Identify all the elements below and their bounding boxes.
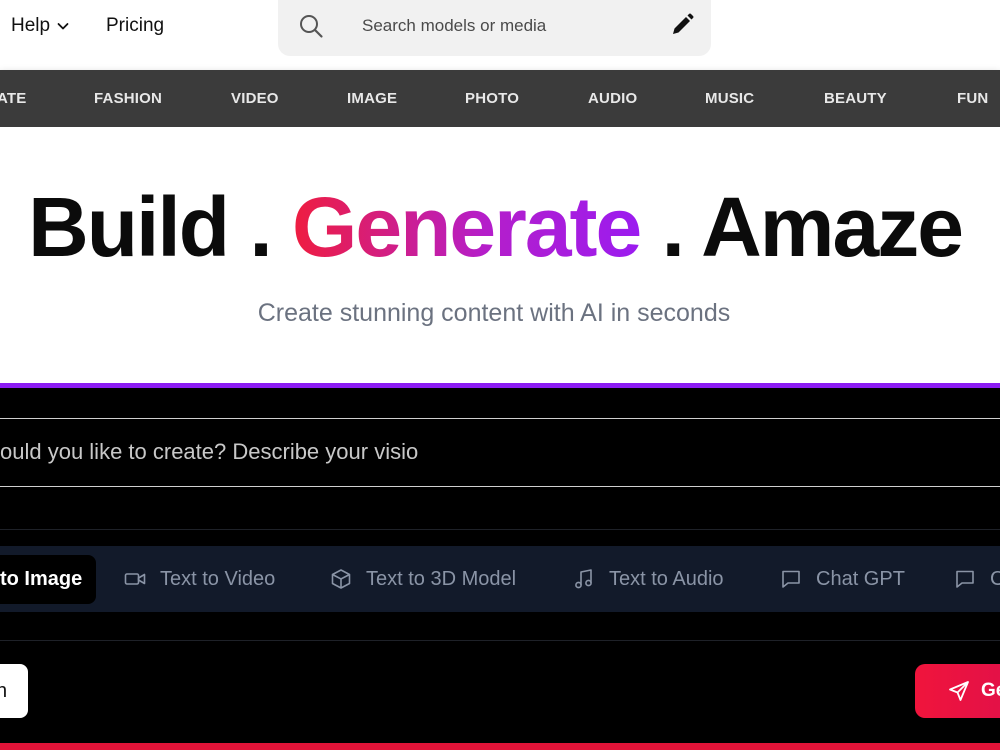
pricing-link[interactable]: Pricing: [106, 14, 164, 38]
panel-accent-line: [0, 383, 1000, 388]
help-label: Help: [11, 15, 51, 36]
headline-amaze: . Amaze: [661, 180, 964, 274]
tab-label: C: [990, 567, 1000, 590]
tab-chat-more[interactable]: C: [954, 546, 1000, 612]
option-button[interactable]: n: [0, 664, 28, 718]
tab-text-to-audio[interactable]: Text to Audio: [573, 546, 724, 612]
search-icon[interactable]: [298, 13, 324, 39]
category-nav: ATE FASHION VIDEO IMAGE PHOTO AUDIO MUSI…: [0, 70, 1000, 127]
search-input[interactable]: [362, 12, 662, 40]
category-item-audio[interactable]: AUDIO: [588, 70, 637, 127]
divider: [0, 640, 1000, 641]
generate-button[interactable]: Ge: [915, 664, 1000, 718]
category-item-beauty[interactable]: BEAUTY: [824, 70, 887, 127]
search-bar: [278, 0, 711, 56]
tab-text-to-video[interactable]: Text to Video: [124, 546, 275, 612]
hero-section: Build . Generate . Amaze Create stunning…: [0, 127, 1000, 385]
category-item-fun[interactable]: FUN: [957, 70, 988, 127]
panel-bottom-accent: [0, 743, 1000, 750]
tab-text-to-image[interactable]: to Image: [0, 555, 96, 604]
tab-label: Text to Video: [160, 567, 276, 590]
video-icon: [124, 573, 146, 585]
category-item-photo[interactable]: PHOTO: [465, 70, 519, 127]
divider: [0, 529, 1000, 530]
headline-build: Build .: [28, 180, 273, 274]
category-item-video[interactable]: VIDEO: [231, 70, 279, 127]
category-item-image[interactable]: IMAGE: [347, 70, 397, 127]
top-header: Help Pricing: [0, 0, 1000, 70]
tab-label: Text to 3D Model: [366, 567, 517, 590]
cube-icon: [331, 569, 351, 589]
music-note-icon: [575, 569, 592, 589]
chevron-down-icon: [57, 23, 69, 30]
hero-subtitle: Create stunning content with AI in secon…: [257, 299, 731, 327]
tab-label: Chat GPT: [816, 567, 905, 590]
mode-tabs: to Image Text to Video Text to 3D Model …: [0, 546, 1000, 612]
headline-generate: Generate: [292, 180, 642, 274]
tab-text-to-3d-model[interactable]: Text to 3D Model: [330, 546, 516, 612]
category-item-fashion[interactable]: FASHION: [94, 70, 162, 127]
generator-panel: ould you like to create? Describe your v…: [0, 383, 1000, 750]
category-item[interactable]: ATE: [0, 70, 27, 127]
help-menu[interactable]: Help: [11, 14, 70, 38]
send-icon: [949, 681, 969, 701]
category-item-music[interactable]: MUSIC: [705, 70, 754, 127]
tab-chat-gpt[interactable]: Chat GPT: [780, 546, 905, 612]
chat-icon: [956, 570, 974, 588]
generate-label: Ge: [981, 680, 1000, 701]
pencil-icon[interactable]: [669, 12, 695, 38]
tab-label: Text to Audio: [609, 567, 724, 590]
prompt-placeholder: ould you like to create? Describe your v…: [0, 439, 419, 464]
hero-headline: Build . Generate . Amaze: [0, 179, 990, 276]
chat-icon: [782, 570, 800, 588]
